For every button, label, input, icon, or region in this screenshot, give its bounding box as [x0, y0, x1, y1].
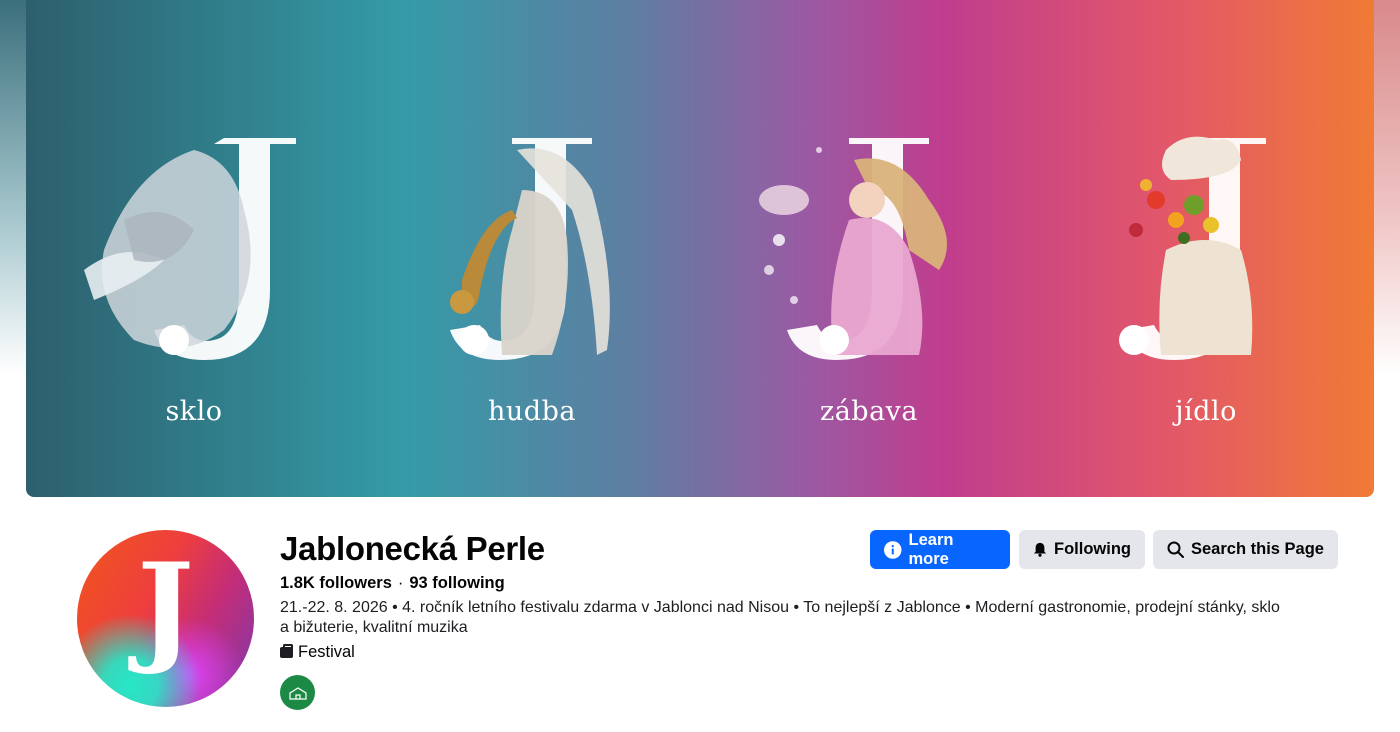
info-icon [884, 540, 902, 559]
panel-label: jídlo [1175, 396, 1237, 427]
page-background-left [0, 0, 26, 500]
glass-woman-illustration [84, 138, 296, 360]
cover-panel-zabava: zábava [739, 130, 999, 450]
following-label: Following [1054, 540, 1131, 558]
follow-stats: 1.8K followers · 93 following [280, 574, 505, 593]
search-page-label: Search this Page [1191, 540, 1324, 558]
separator-dot: · [397, 574, 404, 592]
search-icon [1167, 541, 1184, 558]
category-label: Festival [298, 643, 355, 661]
avatar-letter: J [137, 537, 194, 678]
page-title: Jablonecká Perle [280, 530, 545, 567]
cover-photo[interactable]: sklo hudba zábava jídlo [26, 0, 1374, 497]
chef-with-food-illustration [1119, 136, 1266, 360]
cover-panel-hudba: hudba [402, 130, 662, 450]
page-bio: 21.-22. 8. 2026 • 4. ročník letního fest… [280, 599, 1280, 636]
panel-label: hudba [488, 396, 576, 427]
panel-label: zábava [819, 396, 919, 427]
cover-panel-jidlo: jídlo [1076, 130, 1336, 450]
panel-label: sklo [165, 396, 223, 427]
search-page-button[interactable]: Search this Page [1153, 530, 1338, 569]
page-category: Festival [280, 643, 355, 662]
girl-blowing-bubbles-illustration [759, 138, 947, 360]
briefcase-icon [280, 644, 293, 658]
saxophonist-illustration [450, 138, 610, 360]
learn-more-button[interactable]: Learn more [870, 530, 1010, 569]
page-background-right [1374, 0, 1400, 500]
bell-icon [1033, 542, 1047, 557]
following-link[interactable]: 93 following [409, 574, 504, 592]
building-icon [288, 686, 307, 700]
learn-more-label: Learn more [908, 530, 954, 568]
following-button[interactable]: Following [1019, 530, 1145, 569]
mutual-follower-avatar[interactable] [280, 675, 315, 710]
profile-avatar[interactable]: J [75, 528, 256, 709]
followers-link[interactable]: 1.8K followers [280, 574, 392, 592]
cover-panel-sklo: sklo [64, 130, 324, 450]
